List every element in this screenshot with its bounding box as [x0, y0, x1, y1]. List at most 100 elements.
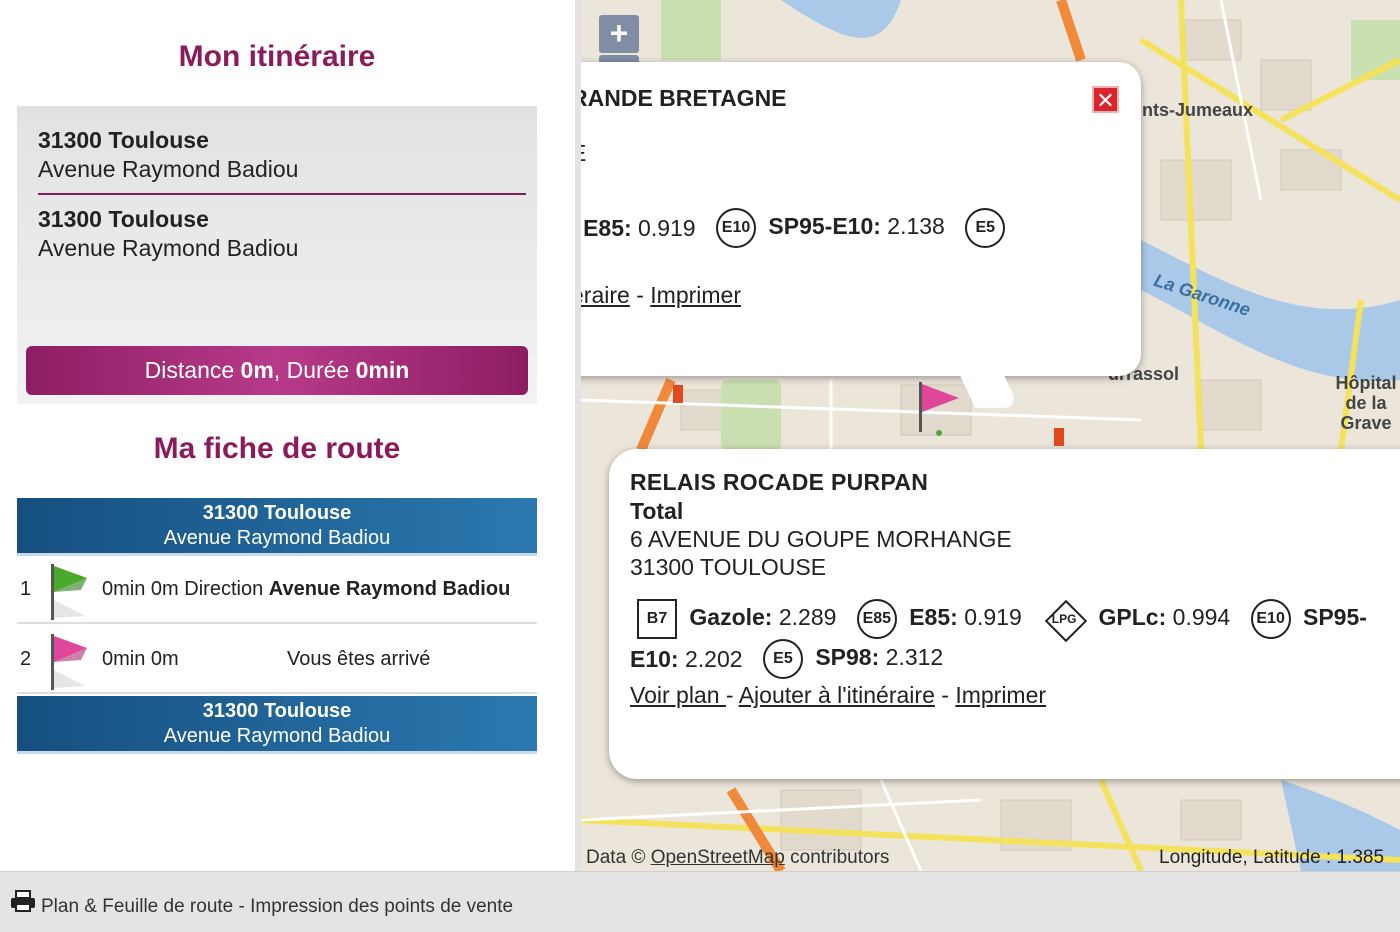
step-time: 0min — [102, 578, 146, 600]
roadsheet-title: Ma fiche de route — [153, 432, 401, 465]
fuel-price: 2.289 — [778, 604, 837, 631]
roadsheet-end-street: Avenue Raymond Badiou — [163, 725, 391, 747]
lpg-badge-icon: LPG — [1042, 597, 1086, 641]
link-separator: - — [941, 682, 949, 708]
close-icon[interactable]: ✕ — [1092, 86, 1119, 113]
step-text: Direction — [184, 578, 264, 600]
map-label-jumeaux: nts-Jumeaux — [1142, 100, 1254, 120]
coords-readout: Longitude, Latitude : 1.385 — [1159, 847, 1385, 868]
station-name: RELAIS ROCADE PURPAN — [630, 469, 929, 495]
add-itinerary-link[interactable]: éraire — [581, 282, 630, 308]
station-popup-top: RANDE BRETAGNE E ) E85: 0.919 E10 SP95-E… — [581, 62, 1141, 408]
step-distance: 0m — [150, 578, 179, 600]
step-time: 0min — [102, 648, 146, 670]
fuel-name: SP98: — [815, 644, 880, 671]
fuel-price: 0.919 — [964, 604, 1022, 631]
fuel-gazole: B7 Gazole: 2.289 — [637, 599, 850, 639]
add-itinerary-link[interactable]: Ajouter à l'itinéraire — [739, 682, 935, 708]
step-text: Vous êtes arrivé — [287, 648, 431, 670]
itinerary-box: 31300 Toulouse Avenue Raymond Badiou 313… — [17, 106, 537, 404]
station-marker — [673, 385, 683, 403]
fuel-sp95-e10: E10 SP95- — [1250, 599, 1367, 639]
e10-badge-icon: E10 — [1250, 599, 1291, 639]
attribution-prefix: Data © — [586, 847, 646, 868]
fuel-name: SP95- — [1303, 604, 1367, 631]
fuel-name: Gazole: — [689, 604, 773, 631]
attribution-suffix: contributors — [790, 847, 890, 868]
end-address[interactable]: 31300 Toulouse Avenue Raymond Badiou — [38, 205, 526, 263]
footer-print-link[interactable]: Plan & Feuille de route - Impression des… — [41, 896, 513, 918]
roadsheet-end-header: 31300 Toulouse Avenue Raymond Badiou — [17, 696, 537, 754]
pink-flag-icon — [51, 634, 87, 690]
start-address[interactable]: 31300 Toulouse Avenue Raymond Badiou — [38, 126, 526, 184]
step-distance: 0m — [150, 648, 179, 670]
step-info: 0min 0m Direction Avenue Raymond Badiou — [102, 578, 510, 601]
roadsheet-end-city: 31300 Toulouse — [202, 700, 352, 722]
zoom-in-button[interactable]: + — [599, 15, 639, 53]
e85-badge-icon: E85 — [856, 599, 897, 639]
view-plan-link[interactable]: Voir plan — [630, 682, 726, 708]
fuel-prices-line: B7 Gazole: 2.289 E85 E85: 0.919 LPG GPLc… — [637, 597, 1367, 641]
e5-badge-icon: E5 — [965, 208, 1006, 248]
station-marker — [1054, 428, 1064, 446]
map-attribution: Data © OpenStreetMap contributors — [586, 847, 889, 869]
roadsheet-step: 1 0min 0m Direction Avenue Raymond Badio… — [17, 556, 537, 624]
station-brand: Total — [630, 498, 684, 524]
step-info: 0min 0m — [102, 648, 179, 671]
popup-links: éraire - Imprimer — [581, 282, 741, 309]
itinerary-title: Mon itinéraire — [178, 40, 376, 73]
e10-badge-icon: E10 — [716, 208, 756, 248]
fuel-gplc: LPG GPLc: 0.994 — [1042, 597, 1244, 641]
station-name: RANDE BRETAGNE — [581, 85, 787, 111]
roadsheet-start-city: 31300 Toulouse — [202, 502, 352, 524]
printer-icon[interactable] — [10, 890, 36, 912]
end-city: 31300 Toulouse — [38, 206, 209, 232]
fuel-name: E85: — [909, 604, 958, 631]
fuel-price: 0.919 — [638, 214, 696, 241]
step-street: Avenue Raymond Badiou — [268, 578, 511, 600]
start-street: Avenue Raymond Badiou — [38, 156, 299, 182]
distance-label: Distance — [144, 357, 235, 383]
summary-separator: , — [273, 357, 281, 383]
fuel-e85: E85 E85: 0.919 — [856, 599, 1036, 639]
start-city: 31300 Toulouse — [38, 127, 209, 153]
distance-value: 0m — [240, 357, 274, 383]
fuel-prices: ) E85: 0.919 E10 SP95-E10: 2.138 E5 — [581, 208, 1011, 248]
link-separator: - — [725, 682, 734, 708]
b7-badge-icon: B7 — [637, 599, 677, 639]
fuel-price: 2.312 — [885, 644, 944, 671]
fuel-sp98: E5 SP98: 2.312 — [762, 639, 957, 679]
fuel-name: E85: — [583, 214, 632, 241]
fuel-e85: ) E85: 0.919 — [581, 215, 710, 242]
fuel-name: GPLc: — [1098, 604, 1167, 631]
roadsheet-start-header: 31300 Toulouse Avenue Raymond Badiou — [17, 498, 537, 556]
step-number: 2 — [20, 648, 32, 670]
print-link[interactable]: Imprimer — [955, 682, 1046, 708]
print-link[interactable]: Imprimer — [650, 282, 741, 308]
duration-label: Durée — [286, 357, 350, 383]
fuel-price: 2.138 — [887, 213, 945, 240]
fuel-e10: E10 SP95-E10: 2.138 — [716, 208, 959, 248]
fuel-sp95-e10-cont: E10: 2.202 — [630, 646, 757, 673]
e5-badge-icon: E5 — [762, 639, 803, 679]
map-view[interactable]: nts-Jumeaux La Garonne urrassol Hôpital … — [581, 0, 1400, 871]
fuel-price: 0.994 — [1172, 604, 1231, 631]
roadsheet-start-street: Avenue Raymond Badiou — [163, 527, 391, 549]
end-street: Avenue Raymond Badiou — [38, 235, 299, 261]
fuel-price: 2.202 — [684, 645, 743, 672]
roadsheet-step: 2 0min 0m Vous êtes arrivé — [17, 626, 537, 694]
osm-link[interactable]: OpenStreetMap — [651, 847, 785, 868]
station-city: 31300 TOULOUSE — [630, 554, 827, 580]
green-flag-icon — [51, 564, 87, 620]
fuel-e5: E5 — [965, 208, 1011, 248]
distance-summary-button[interactable]: Distance 0m, Durée 0min — [26, 346, 528, 395]
fuel-name: SP95-E10: — [768, 213, 881, 240]
duration-value: 0min — [355, 357, 410, 383]
station-subtitle: E — [581, 140, 586, 167]
footer-bar: Plan & Feuille de route - Impression des… — [0, 871, 1400, 932]
station-popup: RELAIS ROCADE PURPAN Total 6 AVENUE DU G… — [609, 449, 1400, 779]
map-label-hopital: Hôpital de la Grave — [1335, 373, 1397, 433]
step-number: 1 — [20, 578, 32, 600]
fuel-name: E10: — [630, 645, 679, 672]
link-separator: - — [636, 282, 644, 308]
